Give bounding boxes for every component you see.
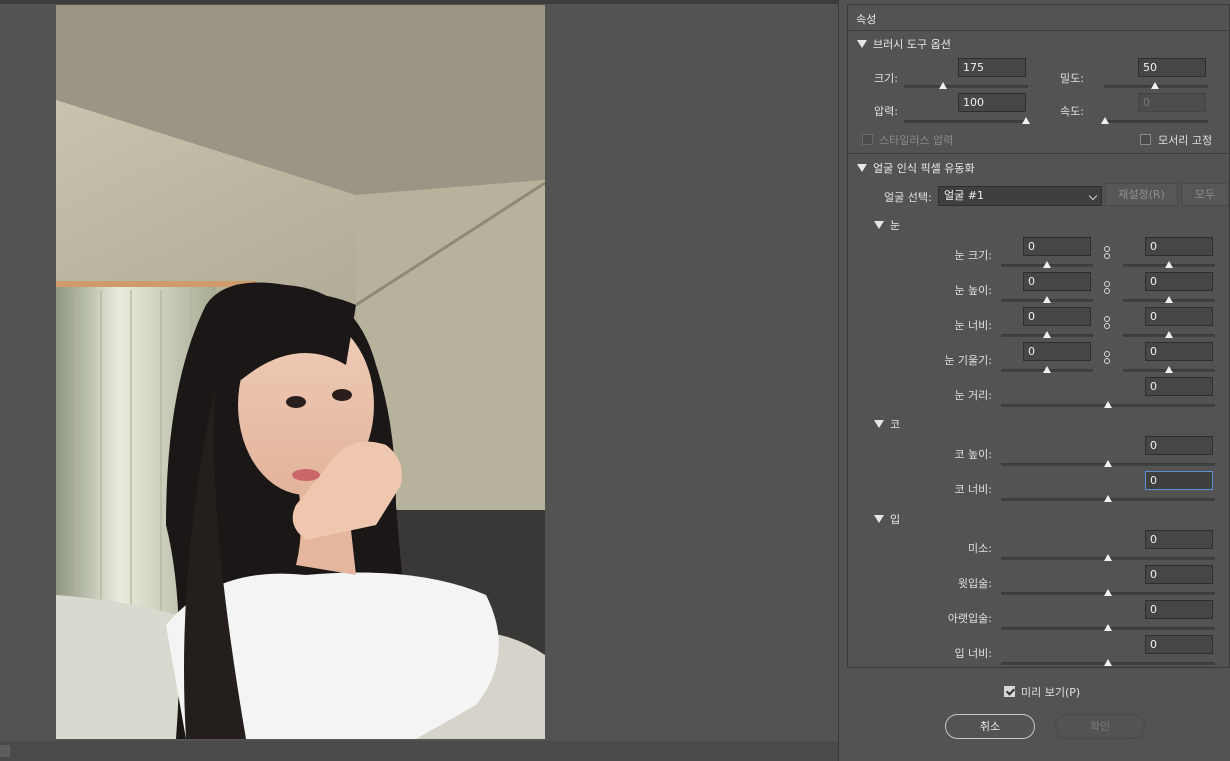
eye-tilt-left-thumb[interactable] <box>1043 366 1051 373</box>
eye-width-right-field[interactable]: 0 <box>1145 307 1213 326</box>
smile-thumb[interactable] <box>1104 554 1112 561</box>
face-aware-title: 얼굴 인식 픽셀 유동화 <box>873 162 975 175</box>
upper-lip-label: 윗입술: <box>957 577 992 590</box>
eye-distance-label: 눈 거리: <box>954 389 992 402</box>
smile-label: 미소: <box>968 542 992 555</box>
face-select-value: 얼굴 #1 <box>944 189 984 202</box>
preview-label: 미리 보기(P) <box>1021 686 1081 699</box>
eye-height-right-thumb[interactable] <box>1165 296 1173 303</box>
triangle-down-icon <box>874 515 884 523</box>
stylus-pressure-checkbox[interactable] <box>862 134 873 145</box>
eye-width-left-thumb[interactable] <box>1043 331 1051 338</box>
eye-height-left-field[interactable]: 0 <box>1023 272 1091 291</box>
eye-width-label: 눈 너비: <box>954 319 992 332</box>
face-aware-header[interactable]: 얼굴 인식 픽셀 유동화 <box>857 160 975 176</box>
mouth-header[interactable]: 입 <box>874 511 900 527</box>
face-select-label: 얼굴 선택: <box>884 191 932 204</box>
chain-link-icon[interactable] <box>1103 281 1111 295</box>
brush-size-slider-thumb[interactable] <box>939 82 947 89</box>
smile-field[interactable]: 0 <box>1145 530 1213 549</box>
canvas-top-border <box>0 0 838 4</box>
pin-edges-checkbox[interactable] <box>1140 134 1151 145</box>
reset-all-button[interactable]: 모두 <box>1181 183 1229 206</box>
chevron-down-icon <box>1088 191 1098 201</box>
eye-size-right-field[interactable]: 0 <box>1145 237 1213 256</box>
brush-options-title: 브러시 도구 옵션 <box>873 38 951 51</box>
brush-rate-label: 속도: <box>1060 105 1084 118</box>
eye-tilt-label: 눈 기울기: <box>944 354 992 367</box>
preview-checkbox[interactable] <box>1004 686 1015 697</box>
stylus-pressure-label: 스타일러스 압력 <box>879 134 954 147</box>
eye-distance-thumb[interactable] <box>1104 401 1112 408</box>
eye-width-right-thumb[interactable] <box>1165 331 1173 338</box>
panel-title: 속성 <box>856 13 877 26</box>
eye-size-left-thumb[interactable] <box>1043 261 1051 268</box>
upper-lip-field[interactable]: 0 <box>1145 565 1213 584</box>
properties-panel: 속성 브러시 도구 옵션 크기: 175 밀도: 50 압력: 100 속도: … <box>847 4 1230 668</box>
brush-size-slider-track[interactable] <box>904 85 1028 88</box>
nose-height-field[interactable]: 0 <box>1145 436 1213 455</box>
eye-size-right-thumb[interactable] <box>1165 261 1173 268</box>
eye-tilt-right-thumb[interactable] <box>1165 366 1173 373</box>
brush-pressure-slider-track[interactable] <box>904 120 1028 123</box>
nose-height-thumb[interactable] <box>1104 460 1112 467</box>
nose-width-field[interactable]: 0 <box>1145 471 1213 490</box>
eye-tilt-right-field[interactable]: 0 <box>1145 342 1213 361</box>
brush-pressure-slider-thumb[interactable] <box>1022 117 1030 124</box>
brush-rate-slider-thumb[interactable] <box>1101 117 1109 124</box>
brush-density-label: 밀도: <box>1060 72 1084 85</box>
nose-title: 코 <box>890 418 901 431</box>
mouth-width-thumb[interactable] <box>1104 659 1112 666</box>
eye-size-label: 눈 크기: <box>954 249 992 262</box>
brush-pressure-label: 압력: <box>874 105 898 118</box>
mouth-title: 입 <box>890 513 901 526</box>
eye-height-left-thumb[interactable] <box>1043 296 1051 303</box>
triangle-down-icon <box>857 40 867 48</box>
brush-density-slider-thumb[interactable] <box>1151 82 1159 89</box>
portrait-photo[interactable] <box>56 5 545 739</box>
cancel-button[interactable]: 취소 <box>945 714 1035 739</box>
brush-size-label: 크기: <box>874 72 898 85</box>
eye-width-left-field[interactable]: 0 <box>1023 307 1091 326</box>
nose-width-thumb[interactable] <box>1104 495 1112 502</box>
eye-size-left-field[interactable]: 0 <box>1023 237 1091 256</box>
panel-divider <box>838 0 839 761</box>
chain-link-icon[interactable] <box>1103 246 1111 260</box>
brush-size-field[interactable]: 175 <box>958 58 1026 77</box>
brush-rate-slider-track[interactable] <box>1104 120 1208 123</box>
canvas-scrollbar[interactable] <box>0 741 838 761</box>
chain-link-icon[interactable] <box>1103 316 1111 330</box>
eye-distance-field[interactable]: 0 <box>1145 377 1213 396</box>
scrollbar-thumb[interactable] <box>0 745 10 757</box>
nose-height-label: 코 높이: <box>954 448 992 461</box>
nose-width-label: 코 너비: <box>954 483 992 496</box>
triangle-down-icon <box>874 420 884 428</box>
eye-tilt-left-field[interactable]: 0 <box>1023 342 1091 361</box>
eye-height-right-field[interactable]: 0 <box>1145 272 1213 291</box>
brush-density-field[interactable]: 50 <box>1138 58 1206 77</box>
chain-link-icon[interactable] <box>1103 351 1111 365</box>
brush-options-header[interactable]: 브러시 도구 옵션 <box>857 36 951 52</box>
eye-height-label: 눈 높이: <box>954 284 992 297</box>
eyes-title: 눈 <box>890 219 901 232</box>
ok-button[interactable]: 확인 <box>1055 714 1145 739</box>
pin-edges-label: 모서리 고정 <box>1158 134 1213 147</box>
triangle-down-icon <box>857 164 867 172</box>
reset-button[interactable]: 재설정(R) <box>1105 183 1178 206</box>
lower-lip-thumb[interactable] <box>1104 624 1112 631</box>
brush-pressure-field[interactable]: 100 <box>958 93 1026 112</box>
upper-lip-thumb[interactable] <box>1104 589 1112 596</box>
divider <box>848 30 1229 31</box>
triangle-down-icon <box>874 221 884 229</box>
nose-header[interactable]: 코 <box>874 416 900 432</box>
lower-lip-field[interactable]: 0 <box>1145 600 1213 619</box>
brush-rate-field[interactable]: 0 <box>1138 93 1206 112</box>
lower-lip-label: 아랫입술: <box>947 612 992 625</box>
face-select-dropdown[interactable]: 얼굴 #1 <box>938 186 1102 206</box>
mouth-width-field[interactable]: 0 <box>1145 635 1213 654</box>
divider <box>848 153 1229 154</box>
mouth-width-label: 입 너비: <box>954 647 992 660</box>
eyes-header[interactable]: 눈 <box>874 217 900 233</box>
